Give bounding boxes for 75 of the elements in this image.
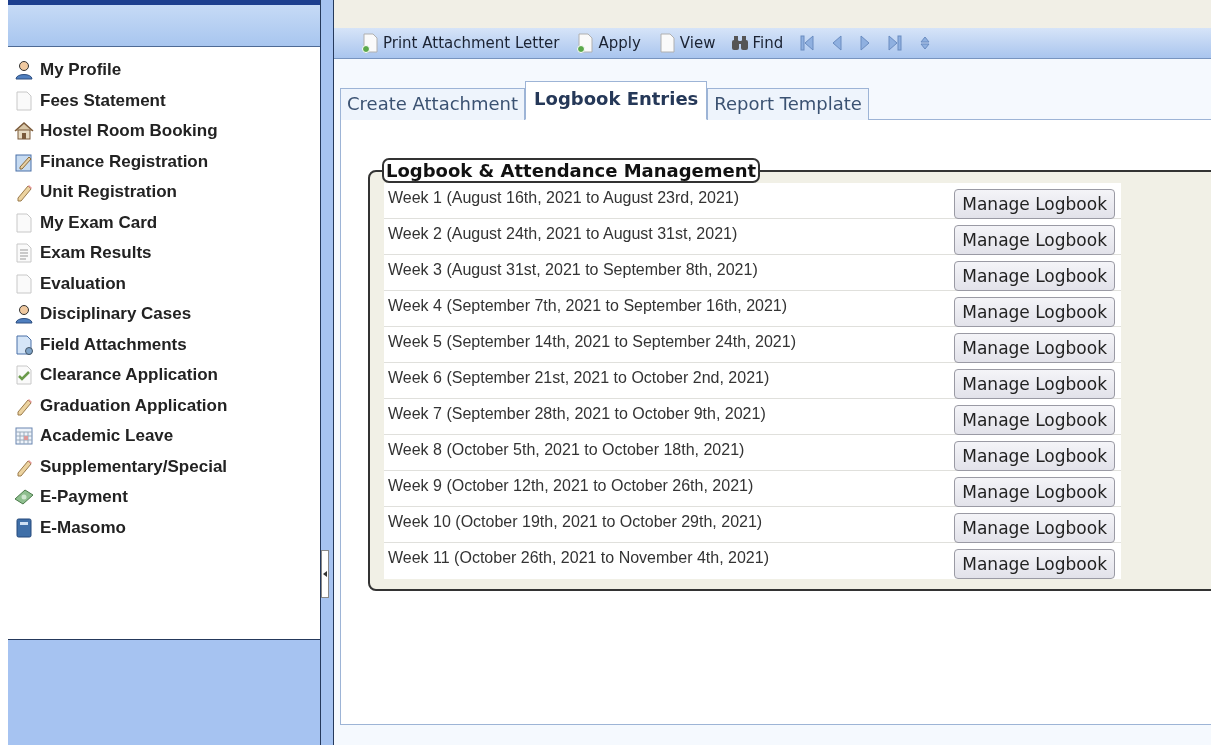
week-label: Week 7 (September 28th, 2021 to October 9th, 2021) [388, 404, 766, 423]
fieldset-legend: Logbook & Attendance Management [382, 158, 761, 183]
person-icon [14, 60, 34, 81]
edit-icon [14, 151, 34, 172]
manage-logbook-button[interactable]: Manage Logbook [954, 333, 1115, 363]
week-label: Week 5 (September 14th, 2021 to September 24th, 2021) [388, 332, 796, 351]
manage-logbook-button[interactable]: Manage Logbook [954, 549, 1115, 579]
toolbar-button[interactable]: Apply [575, 33, 657, 53]
page-icon [14, 212, 34, 233]
splitter[interactable] [321, 0, 334, 745]
manage-logbook-button[interactable]: Manage Logbook [954, 225, 1115, 255]
manage-logbook-button[interactable]: Manage Logbook [954, 189, 1115, 219]
previous-icon [831, 34, 844, 52]
page-icon [14, 90, 34, 111]
document-icon [14, 334, 34, 355]
nav-button[interactable] [919, 34, 932, 52]
sidebar-item[interactable]: E-Masomo [14, 512, 320, 543]
week-label: Week 6 (September 21st, 2021 to October 2nd, 2021) [388, 368, 770, 387]
nav-button[interactable] [831, 34, 844, 52]
week-label: Week 2 (August 24th, 2021 to August 31st, 2021) [388, 224, 738, 243]
next-icon [859, 34, 872, 52]
sidebar-item[interactable]: Evaluation [14, 268, 320, 299]
sidebar-item[interactable]: Finance Registration [14, 146, 320, 177]
tab[interactable]: Report Template [707, 88, 869, 120]
book-icon [14, 517, 34, 538]
new-page-icon [360, 33, 380, 53]
sidebar-item[interactable]: Supplementary/Special [14, 451, 320, 482]
refresh-icon [919, 34, 932, 52]
collapse-arrow-icon [323, 571, 327, 577]
manage-logbook-button[interactable]: Manage Logbook [954, 441, 1115, 471]
page-icon [14, 273, 34, 294]
week-label: Week 4 (September 7th, 2021 to September 16th, 2021) [388, 296, 788, 315]
sidebar-item[interactable]: Unit Registration [14, 177, 320, 208]
sidebar-item[interactable]: Field Attachments [14, 329, 320, 360]
toolbar-button[interactable]: Find [731, 34, 800, 52]
new-page-icon [575, 33, 596, 53]
week-label: Week 3 (August 31st, 2021 to September 8th, 2021) [388, 260, 758, 279]
manage-logbook-button[interactable]: Manage Logbook [954, 297, 1115, 327]
sidebar-item[interactable]: Fees Statement [14, 85, 320, 116]
tab[interactable]: Create Attachment [340, 88, 526, 120]
nav-button[interactable] [887, 34, 904, 52]
manage-logbook-button[interactable]: Manage Logbook [954, 513, 1115, 543]
sidebar-item[interactable]: Hostel Room Booking [14, 116, 320, 147]
toolbar-button[interactable]: View [656, 33, 732, 53]
nav-button[interactable] [859, 34, 872, 52]
binoculars-icon [731, 35, 750, 51]
week-label: Week 1 (August 16th, 2021 to August 23rd, 2021) [388, 188, 740, 207]
last-page-icon [887, 34, 904, 52]
week-label: Week 9 (October 12th, 2021 to October 26th, 2021) [388, 476, 754, 495]
person-icon [14, 304, 34, 325]
house-icon [14, 121, 34, 142]
manage-logbook-button[interactable]: Manage Logbook [954, 261, 1115, 291]
sidebar-item[interactable]: Graduation Application [14, 390, 320, 421]
check-icon [14, 365, 34, 386]
nav-button[interactable] [799, 34, 816, 52]
pencil-icon [14, 182, 34, 203]
collapse-handle[interactable] [321, 550, 329, 598]
sidebar-item[interactable]: Exam Results [14, 238, 320, 269]
week-label: Week 11 (October 26th, 2021 to November 4th, 2021) [388, 548, 769, 567]
manage-logbook-button[interactable]: Manage Logbook [954, 405, 1115, 435]
manage-logbook-button[interactable]: Manage Logbook [954, 369, 1115, 399]
sidebar-item[interactable]: Clearance Application [14, 360, 320, 391]
sidebar-item[interactable]: My Exam Card [14, 207, 320, 238]
week-label: Week 8 (October 5th, 2021 to October 18th, 2021) [388, 440, 745, 459]
tab[interactable]: Logbook Entries [525, 81, 708, 120]
sidebar-item[interactable]: Disciplinary Cases [14, 299, 320, 330]
calendar-icon [14, 426, 34, 447]
week-label: Week 10 (October 19th, 2021 to October 29th, 2021) [388, 512, 763, 531]
document-icon [14, 243, 34, 264]
sidebar-item[interactable]: Academic Leave [14, 421, 320, 452]
first-page-icon [799, 34, 816, 52]
manage-logbook-button[interactable]: Manage Logbook [954, 477, 1115, 507]
toolbar-button[interactable]: Print Attachment Letter [360, 33, 576, 53]
sidebar-item[interactable]: E-Payment [14, 482, 320, 513]
sidebar-item[interactable]: My Profile [14, 55, 320, 86]
